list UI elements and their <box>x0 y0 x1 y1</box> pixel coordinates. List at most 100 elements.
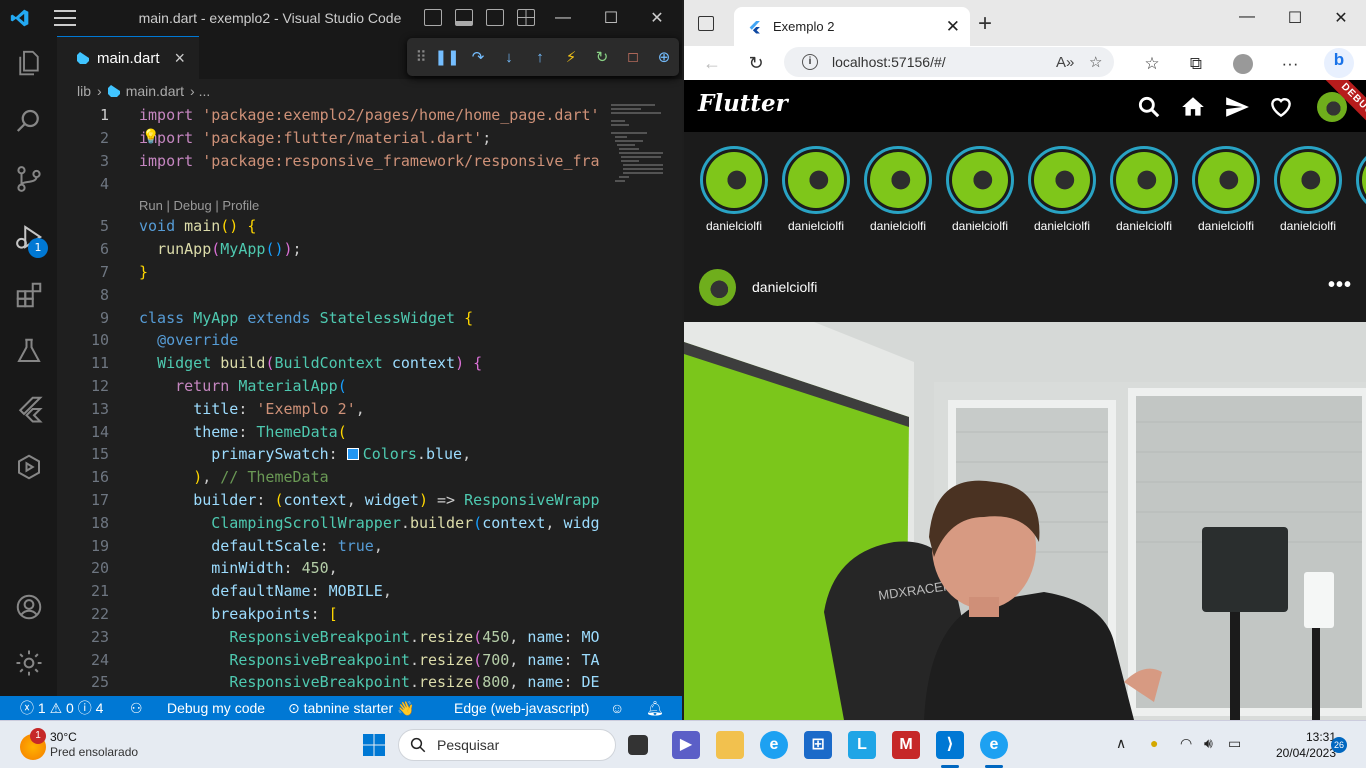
profile-icon[interactable] <box>1231 52 1255 76</box>
debug-status-icon[interactable]: ⚇ <box>130 696 143 720</box>
story-item[interactable]: danielciolfi <box>850 146 932 236</box>
task-view-icon[interactable] <box>628 735 648 755</box>
device-status[interactable]: Edge (web-javascript) <box>454 696 589 720</box>
more-options-icon[interactable]: ··· <box>1278 52 1302 76</box>
post-username[interactable]: danielciolfi <box>752 279 817 295</box>
new-tab-icon[interactable]: + <box>978 10 992 38</box>
editor-scrollbar[interactable] <box>667 102 680 696</box>
windows-start-icon[interactable] <box>362 733 386 757</box>
tray-app-icon[interactable]: ● <box>1150 735 1158 751</box>
tabnine-status[interactable]: ⊙ tabnine starter 👋 <box>288 696 414 720</box>
problems-status[interactable]: ⓧ 1 ⚠ 0 ⓘ 4 <box>20 696 103 720</box>
tab-main-dart[interactable]: main.dart × <box>57 36 199 79</box>
code-line: ClampingScrollWrapper.builder(context, w… <box>211 514 600 532</box>
weather-widget[interactable]: 1 30°C Pred ensolarado <box>16 728 166 764</box>
breadcrumb-folder[interactable]: lib <box>77 83 91 99</box>
breadcrumb-rest[interactable]: › ... <box>190 83 210 99</box>
edge-taskbar-icon[interactable]: e <box>760 731 788 759</box>
account-icon[interactable] <box>14 592 44 622</box>
restart-icon[interactable]: ↻ <box>591 46 613 68</box>
code-editor[interactable]: 1 2 3 4 5 6 7 8 9 10 11 12 13 14 15 16 1… <box>57 102 607 696</box>
code-line: theme: ThemeData( <box>193 423 347 441</box>
tab-actions-icon[interactable] <box>698 16 714 31</box>
close-icon[interactable]: ✕ <box>634 0 680 36</box>
story-item[interactable]: danielciolfi <box>686 146 768 236</box>
minimize-icon[interactable]: — <box>1224 8 1270 26</box>
bing-copilot-icon[interactable]: b <box>1324 48 1354 78</box>
customize-layout-icon[interactable] <box>517 9 535 26</box>
url-text[interactable]: localhost:57156/#/ <box>832 54 946 70</box>
story-item[interactable]: danielciolfi <box>768 146 850 236</box>
back-icon[interactable]: ← <box>699 50 725 76</box>
testing-icon[interactable] <box>14 336 44 366</box>
send-icon[interactable] <box>1224 94 1250 120</box>
post-more-icon[interactable]: ••• <box>1328 274 1352 297</box>
pause-icon[interactable]: ❚❚ <box>434 46 459 68</box>
clock[interactable]: 13:31 20/04/2023 <box>1252 729 1336 761</box>
mcafee-icon[interactable]: M <box>892 731 920 759</box>
search-icon[interactable] <box>14 106 44 136</box>
minimize-icon[interactable]: — <box>540 0 586 36</box>
drag-handle-icon[interactable]: ⠿ <box>415 46 427 68</box>
home-icon[interactable] <box>1180 94 1206 120</box>
story-item[interactable]: danielciolfi <box>1260 146 1342 236</box>
collections-icon[interactable]: ⧉ <box>1184 52 1208 76</box>
hot-reload-icon[interactable]: ⚡ <box>560 46 582 68</box>
close-icon[interactable]: ✕ <box>1318 8 1364 28</box>
toggle-panel-icon[interactable] <box>455 9 473 26</box>
maximize-icon[interactable]: ☐ <box>1272 8 1318 28</box>
story-item[interactable]: danielciolfi <box>932 146 1014 236</box>
codelens-run-debug[interactable]: Run | Debug | Profile <box>139 198 259 213</box>
story-item-partial[interactable]: d <box>1342 146 1366 236</box>
wifi-icon[interactable]: ◠ <box>1180 735 1192 752</box>
feedback-icon[interactable]: ☺ <box>610 696 624 720</box>
address-bar[interactable]: i localhost:57156/#/ A» ☆ <box>784 47 1114 77</box>
source-control-icon[interactable] <box>14 164 44 194</box>
lightbulb-icon[interactable]: 💡 <box>142 129 159 145</box>
flutter-icon[interactable] <box>14 394 44 424</box>
post-avatar[interactable] <box>699 269 736 306</box>
file-explorer-icon[interactable] <box>716 731 744 759</box>
battery-icon[interactable]: ▭ <box>1228 735 1241 752</box>
favorite-heart-icon[interactable] <box>1268 94 1294 120</box>
stop-icon[interactable]: □ <box>622 46 644 68</box>
refresh-icon[interactable]: ↻ <box>743 50 769 76</box>
edge-dev-taskbar-icon[interactable]: e <box>980 731 1008 759</box>
explorer-icon[interactable] <box>14 48 44 78</box>
toggle-sidebar-icon[interactable] <box>424 9 442 26</box>
extensions-icon[interactable] <box>14 280 44 310</box>
settings-gear-icon[interactable] <box>14 648 44 678</box>
step-over-icon[interactable]: ↷ <box>467 46 489 68</box>
notification-count-badge[interactable]: 26 <box>1331 737 1347 753</box>
tab-close-icon[interactable]: ✕ <box>946 17 960 37</box>
step-into-icon[interactable]: ↓ <box>498 46 520 68</box>
search-icon[interactable] <box>1136 94 1162 120</box>
menu-icon[interactable] <box>54 10 76 26</box>
minimap[interactable] <box>607 102 667 696</box>
read-aloud-icon[interactable]: A» <box>1056 54 1074 71</box>
breadcrumb-file[interactable]: main.dart <box>126 83 184 99</box>
step-out-icon[interactable]: ↑ <box>529 46 551 68</box>
toggle-secondary-sidebar-icon[interactable] <box>486 9 504 26</box>
l-app-icon[interactable]: L <box>848 731 876 759</box>
add-favorite-icon[interactable]: ☆ <box>1089 53 1102 71</box>
maximize-icon[interactable]: ☐ <box>588 0 634 36</box>
tab-close-icon[interactable]: × <box>174 48 185 69</box>
vscode-taskbar-icon[interactable]: ⟩ <box>936 731 964 759</box>
debug-config-status[interactable]: Debug my code <box>167 696 265 720</box>
teams-meet-icon[interactable]: ▶ <box>672 731 700 759</box>
taskbar-search[interactable]: Pesquisar <box>398 729 616 761</box>
volume-icon[interactable]: 🔊︎ <box>1204 735 1213 752</box>
story-item[interactable]: danielciolfi <box>1178 146 1260 236</box>
browser-tab-exemplo2[interactable]: Exemplo 2 ✕ <box>734 7 970 46</box>
story-item[interactable]: danielciolfi <box>1096 146 1178 236</box>
code-line: minWidth: 450, <box>211 559 338 577</box>
story-item[interactable]: danielciolfi <box>1014 146 1096 236</box>
show-hidden-icons-chevron-icon[interactable]: ∧ <box>1116 735 1126 752</box>
site-info-icon[interactable]: i <box>802 54 818 70</box>
favorites-icon[interactable]: ☆ <box>1140 52 1164 76</box>
inspect-widget-icon[interactable]: ⊕ <box>653 46 675 68</box>
notifications-bell-icon[interactable]: 🔔︎ <box>646 696 664 720</box>
microsoft-store-icon[interactable]: ⊞ <box>804 731 832 759</box>
remote-run-icon[interactable] <box>14 452 44 482</box>
